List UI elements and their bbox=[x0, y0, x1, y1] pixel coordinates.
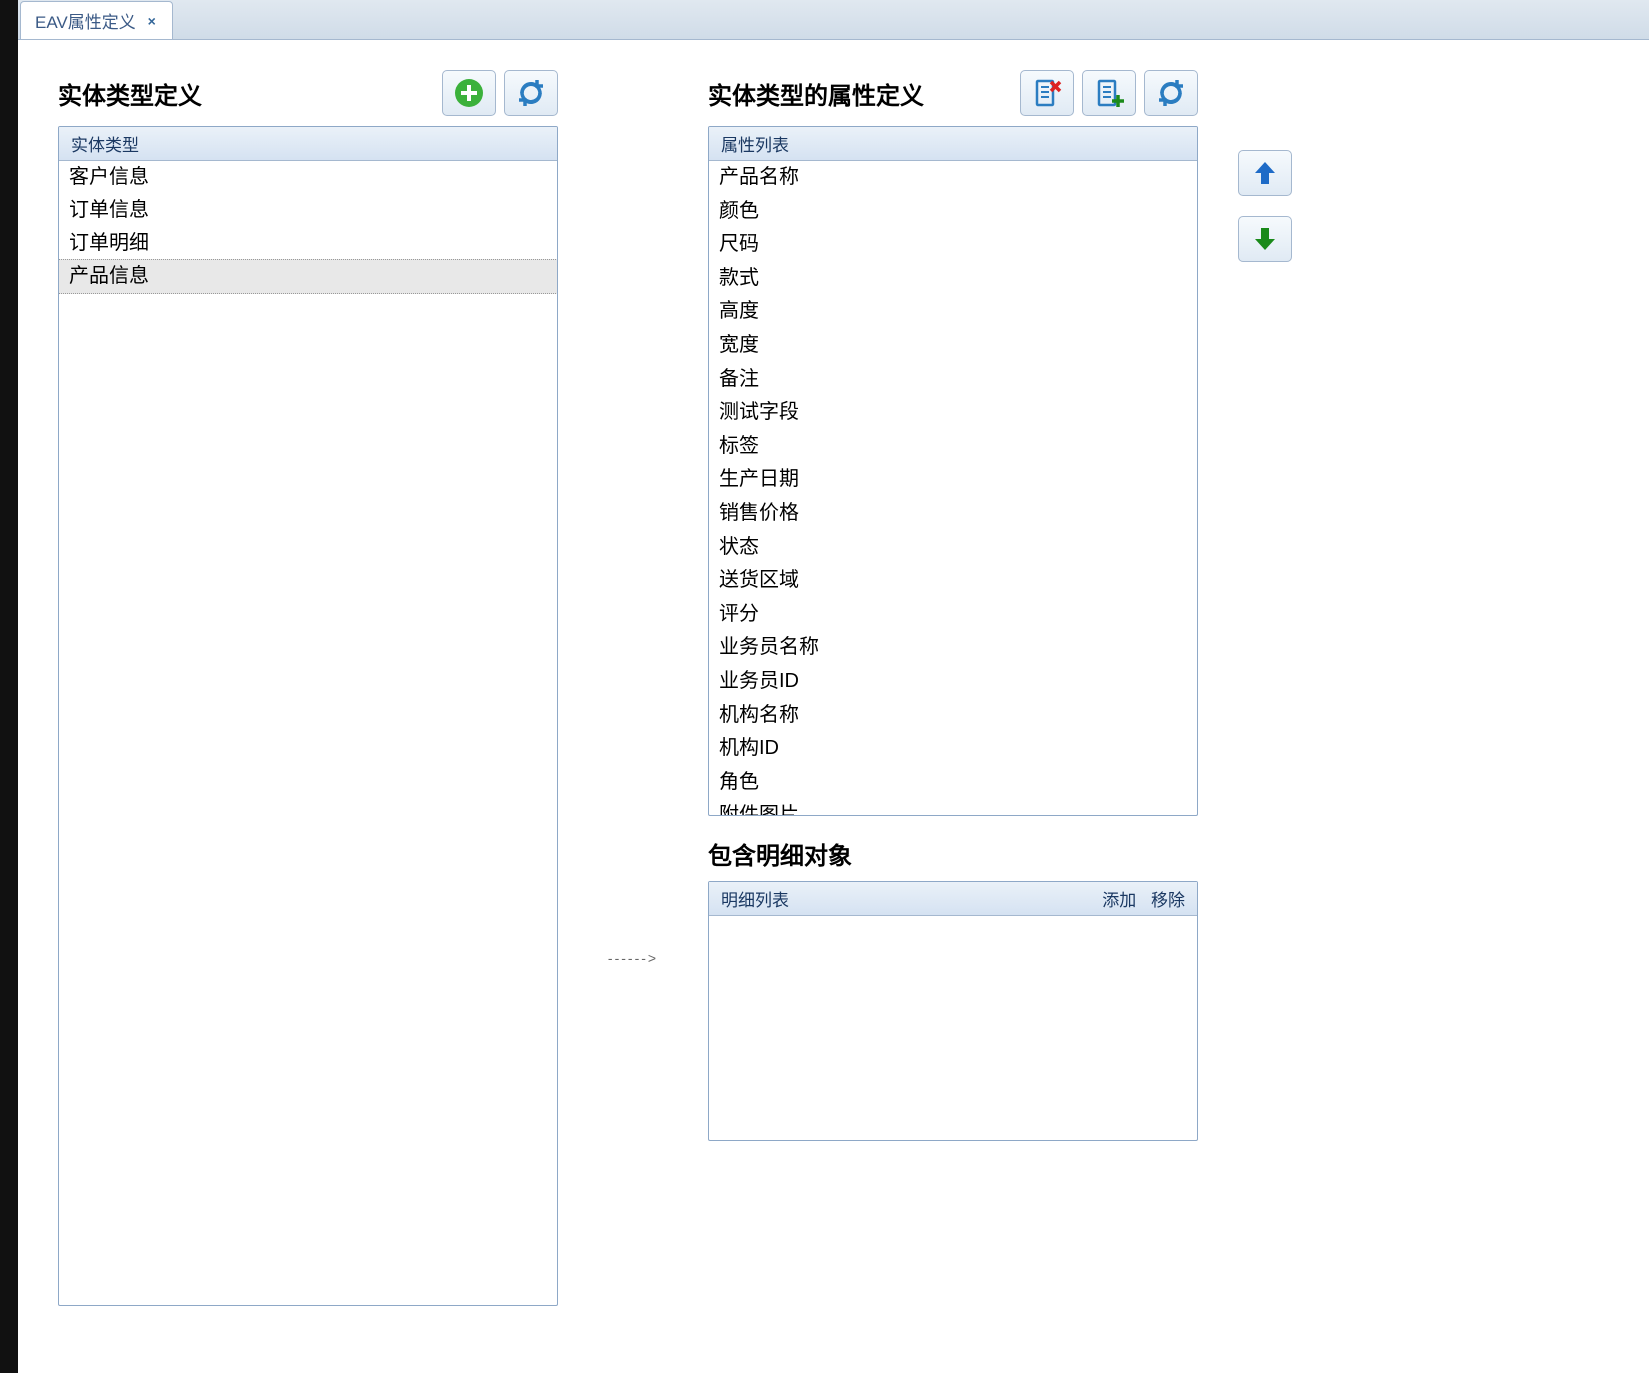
attribute-toolbar bbox=[1020, 70, 1198, 116]
delete-attribute-button[interactable] bbox=[1020, 70, 1074, 116]
attribute-item[interactable]: 附件图片 bbox=[709, 799, 1197, 815]
attribute-item[interactable]: 产品名称 bbox=[709, 161, 1197, 195]
detail-list-header: 明细列表 添加 移除 bbox=[709, 882, 1197, 916]
document-delete-icon bbox=[1032, 78, 1062, 108]
detail-add-link[interactable]: 添加 bbox=[1102, 891, 1136, 910]
refresh-attribute-button[interactable] bbox=[1144, 70, 1198, 116]
attribute-panel: 实体类型的属性定义 bbox=[708, 70, 1198, 1306]
detail-header-label: 明细列表 bbox=[721, 886, 789, 911]
add-entity-button[interactable] bbox=[442, 70, 496, 116]
detail-header-actions: 添加 移除 bbox=[1092, 886, 1185, 911]
attribute-list: 属性列表 产品名称颜色尺码款式高度宽度备注测试字段标签生产日期销售价格状态送货区… bbox=[708, 126, 1198, 816]
attribute-item[interactable]: 颜色 bbox=[709, 195, 1197, 229]
attribute-list-header: 属性列表 bbox=[709, 127, 1197, 161]
attribute-item[interactable]: 备注 bbox=[709, 363, 1197, 397]
tab-eav[interactable]: EAV属性定义 × bbox=[20, 1, 173, 39]
move-down-button[interactable] bbox=[1238, 216, 1292, 262]
entity-type-header: 实体类型定义 bbox=[58, 70, 558, 116]
entity-type-list: 实体类型 客户信息订单信息订单明细产品信息 bbox=[58, 126, 558, 1306]
plus-circle-icon bbox=[454, 78, 484, 108]
refresh-icon bbox=[516, 78, 546, 108]
refresh-icon bbox=[1156, 78, 1186, 108]
move-up-button[interactable] bbox=[1238, 150, 1292, 196]
attribute-item[interactable]: 评分 bbox=[709, 598, 1197, 632]
entity-item[interactable]: 客户信息 bbox=[59, 161, 557, 194]
close-icon[interactable]: × bbox=[146, 15, 158, 27]
attribute-item[interactable]: 尺码 bbox=[709, 228, 1197, 262]
attribute-item[interactable]: 业务员名称 bbox=[709, 631, 1197, 665]
content-area: 实体类型定义 bbox=[18, 40, 1649, 1336]
attribute-item[interactable]: 送货区域 bbox=[709, 564, 1197, 598]
app-window: EAV属性定义 × 实体类型定义 bbox=[0, 0, 1649, 1373]
entity-type-list-header: 实体类型 bbox=[59, 127, 557, 161]
detail-section: 包含明细对象 明细列表 添加 移除 bbox=[708, 836, 1198, 1141]
tab-bar: EAV属性定义 × bbox=[18, 0, 1649, 40]
arrow-down-icon bbox=[1253, 225, 1277, 253]
add-attribute-button[interactable] bbox=[1082, 70, 1136, 116]
attribute-list-body[interactable]: 产品名称颜色尺码款式高度宽度备注测试字段标签生产日期销售价格状态送货区域评分业务… bbox=[709, 161, 1197, 815]
attribute-item[interactable]: 标签 bbox=[709, 430, 1197, 464]
attribute-item[interactable]: 高度 bbox=[709, 295, 1197, 329]
entity-item[interactable]: 订单信息 bbox=[59, 194, 557, 227]
attribute-item[interactable]: 测试字段 bbox=[709, 396, 1197, 430]
entity-type-panel: 实体类型定义 bbox=[58, 70, 558, 1306]
attribute-item[interactable]: 款式 bbox=[709, 262, 1197, 296]
attribute-item[interactable]: 机构名称 bbox=[709, 699, 1197, 733]
attribute-item[interactable]: 角色 bbox=[709, 766, 1197, 800]
reorder-column bbox=[1238, 70, 1292, 1306]
attribute-item[interactable]: 生产日期 bbox=[709, 463, 1197, 497]
attribute-item[interactable]: 状态 bbox=[709, 531, 1197, 565]
document-add-icon bbox=[1094, 78, 1124, 108]
attribute-item[interactable]: 业务员ID bbox=[709, 665, 1197, 699]
entity-item[interactable]: 产品信息 bbox=[58, 259, 558, 294]
attribute-item[interactable]: 宽度 bbox=[709, 329, 1197, 363]
entity-type-list-body: 客户信息订单信息订单明细产品信息 bbox=[59, 161, 557, 294]
arrow-column: ------> bbox=[588, 70, 678, 1306]
entity-type-toolbar bbox=[442, 70, 558, 116]
arrow-indicator: ------> bbox=[608, 950, 658, 966]
attribute-header: 实体类型的属性定义 bbox=[708, 70, 1198, 116]
entity-type-title: 实体类型定义 bbox=[58, 76, 202, 111]
entity-item[interactable]: 订单明细 bbox=[59, 227, 557, 260]
attribute-item[interactable]: 销售价格 bbox=[709, 497, 1197, 531]
detail-list: 明细列表 添加 移除 bbox=[708, 881, 1198, 1141]
refresh-entity-button[interactable] bbox=[504, 70, 558, 116]
attribute-item[interactable]: 机构ID bbox=[709, 732, 1197, 766]
detail-remove-link[interactable]: 移除 bbox=[1151, 891, 1185, 910]
attribute-title: 实体类型的属性定义 bbox=[708, 76, 924, 111]
tab-label: EAV属性定义 bbox=[35, 8, 136, 33]
detail-title: 包含明细对象 bbox=[708, 836, 1198, 871]
arrow-up-icon bbox=[1253, 159, 1277, 187]
